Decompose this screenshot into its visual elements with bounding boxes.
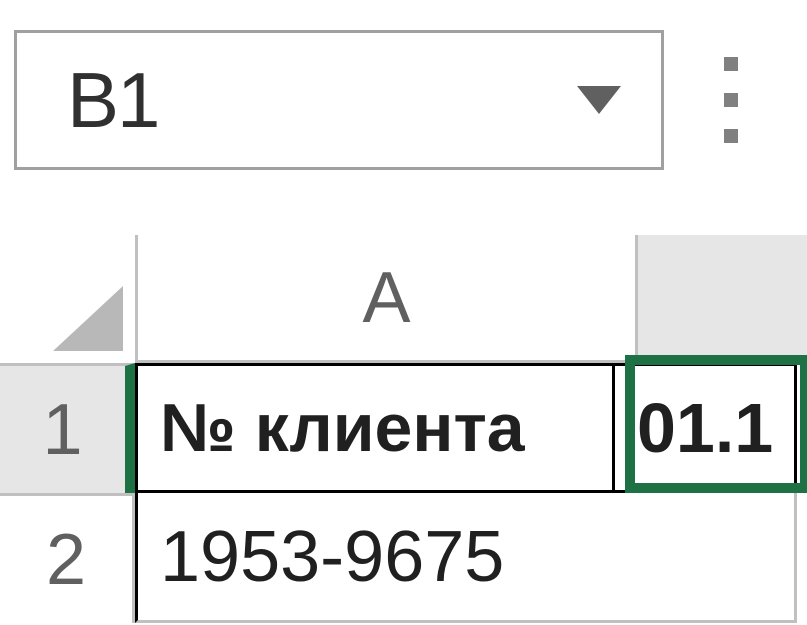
chevron-down-icon[interactable]: [577, 86, 621, 114]
select-all-corner[interactable]: [0, 235, 135, 363]
more-options-icon[interactable]: [694, 57, 768, 143]
column-header-b[interactable]: [635, 235, 807, 363]
spreadsheet-grid: A 1 № клиента 01.1 2 1953-9675: [0, 235, 807, 623]
cell-a2[interactable]: 1953-9675: [135, 493, 615, 623]
row-header-2[interactable]: 2: [0, 493, 135, 623]
name-box[interactable]: B1: [14, 30, 664, 170]
select-all-icon: [53, 286, 123, 351]
row-header-1[interactable]: 1: [0, 363, 135, 493]
cell-b1[interactable]: 01.1: [612, 363, 797, 493]
column-header-a[interactable]: A: [135, 235, 635, 363]
cell-a1[interactable]: № клиента: [135, 363, 615, 493]
cell-b2[interactable]: [612, 493, 797, 623]
name-box-value: B1: [67, 55, 158, 146]
